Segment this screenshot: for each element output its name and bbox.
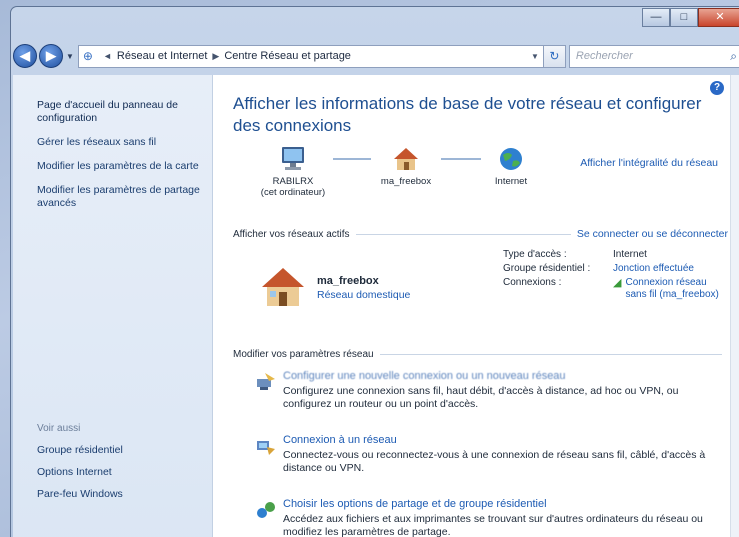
sharing-options-icon — [257, 502, 275, 518]
computer-icon — [282, 147, 304, 170]
see-also-internet-options[interactable]: Options Internet — [37, 466, 123, 478]
forward-arrow-icon[interactable]: ▶ — [39, 44, 63, 68]
sidebar-link-control-panel-home[interactable]: Page d'accueil du panneau de configurati… — [37, 99, 202, 125]
active-networks-title: Afficher vos réseaux actifs — [233, 228, 350, 240]
see-also-firewall[interactable]: Pare-feu Windows — [37, 488, 123, 500]
network-type-link[interactable]: Réseau domestique — [317, 289, 410, 301]
house-icon — [394, 148, 418, 170]
wireless-signal-icon: ◢ — [613, 277, 622, 289]
left-pane: Page d'accueil du panneau de configurati… — [13, 75, 213, 537]
sidebar-link-adapter-settings[interactable]: Modifier les paramètres de la carte — [37, 160, 202, 173]
home-network-icon[interactable] — [259, 265, 307, 309]
connect-network-link[interactable]: Connexion à un réseau — [283, 433, 728, 447]
address-dropdown-icon[interactable]: ▼ — [531, 52, 539, 61]
new-connection-icon — [257, 373, 275, 390]
connect-disconnect-link[interactable]: Se connecter ou se déconnecter — [577, 228, 728, 240]
vertical-scrollbar[interactable] — [730, 75, 739, 537]
network-map: RABILRX (cet ordinateur) ma_freebox Inte… — [233, 145, 728, 227]
see-also-homegroup[interactable]: Groupe résidentiel — [37, 444, 123, 456]
active-network: ma_freebox Réseau domestique Type d'accè… — [233, 241, 728, 339]
sidebar-link-sharing-settings[interactable]: Modifier les paramètres de partage avanc… — [37, 184, 202, 210]
divider — [355, 233, 571, 235]
node-internet-label: Internet — [494, 176, 528, 187]
main-pane: ? Afficher les informations de base de v… — [213, 75, 739, 537]
back-arrow-icon[interactable]: ◀ — [13, 44, 37, 68]
refresh-button[interactable]: ↻ — [543, 44, 566, 68]
homegroup-label: Groupe résidentiel : — [503, 263, 591, 274]
network-name: ma_freebox — [317, 275, 379, 287]
breadcrumb-item-centre-reseau[interactable]: Centre Réseau et partage — [224, 50, 351, 62]
minimize-button[interactable]: — — [642, 8, 670, 27]
title-bar: — □ ✕ — [11, 7, 739, 35]
node-computer-sublabel: (cet ordinateur) — [260, 187, 326, 198]
address-bar[interactable]: ⊕ ◄ Réseau et Internet ▶ Centre Réseau e… — [77, 44, 544, 68]
breadcrumb-item-reseau-internet[interactable]: Réseau et Internet — [117, 50, 208, 62]
homegroup-sharing-description: Accédez aux fichiers et aux imprimantes … — [283, 513, 703, 537]
change-settings-header: Modifier vos paramètres réseau — [233, 347, 728, 361]
see-also-section: Voir aussi Groupe résidentiel Options In… — [37, 423, 123, 510]
homegroup-link[interactable]: Jonction effectuée — [613, 263, 723, 275]
homegroup-sharing-link[interactable]: Choisir les options de partage et de gro… — [283, 497, 728, 511]
connection-line — [441, 158, 481, 160]
connections-label: Connexions : — [503, 277, 562, 288]
new-connection-description: Configurez une connexion sans fil, haut … — [283, 385, 679, 410]
content-area: Page d'accueil du panneau de configurati… — [13, 75, 739, 537]
sidebar-link-manage-wireless[interactable]: Gérer les réseaux sans fil — [37, 136, 202, 149]
network-location-icon: ⊕ — [82, 49, 93, 63]
caption-buttons: — □ ✕ — [642, 8, 739, 27]
change-settings-title: Modifier vos paramètres réseau — [233, 348, 374, 360]
breadcrumb-separator[interactable]: ▶ — [212, 51, 219, 62]
explorer-window: — □ ✕ ◀ ▶ ▼ ⊕ ◄ Réseau et Internet ▶ Cen… — [10, 6, 739, 537]
task-new-connection: Configurer une nouvelle connexion ou un … — [233, 369, 728, 425]
recent-pages-dropdown[interactable]: ▼ — [66, 52, 74, 61]
divider — [379, 353, 722, 355]
connect-network-description: Connectez-vous ou reconnectez-vous à une… — [283, 449, 706, 474]
search-placeholder: Rechercher — [575, 50, 633, 62]
node-freebox-label: ma_freebox — [380, 176, 432, 187]
breadcrumb-root-separator[interactable]: ◄ — [103, 51, 112, 61]
search-icon[interactable]: ⌕ — [730, 49, 737, 64]
wireless-connection-link[interactable]: Connexion réseau sans fil (ma_freebox) — [625, 277, 723, 301]
access-type-label: Type d'accès : — [503, 249, 567, 260]
task-connect-network: Connexion à un réseau Connectez-vous ou … — [233, 433, 728, 489]
node-computer-label: RABILRX — [272, 176, 314, 187]
connection-line — [333, 158, 371, 160]
close-button[interactable]: ✕ — [698, 8, 739, 27]
access-type-value: Internet — [613, 249, 647, 260]
active-networks-header: Afficher vos réseaux actifs Se connecter… — [233, 227, 728, 241]
globe-icon — [500, 148, 522, 170]
new-connection-link[interactable]: Configurer une nouvelle connexion ou un … — [283, 369, 728, 383]
node-internet[interactable]: Internet — [481, 145, 541, 187]
maximize-button[interactable]: □ — [670, 8, 698, 27]
connect-network-icon — [257, 441, 275, 455]
node-freebox[interactable]: ma_freebox — [371, 145, 441, 187]
node-computer[interactable]: RABILRX (cet ordinateur) — [253, 145, 333, 198]
help-icon[interactable]: ? — [710, 81, 724, 95]
navigation-bar: ◀ ▶ ▼ ⊕ ◄ Réseau et Internet ▶ Centre Ré… — [13, 41, 739, 71]
task-homegroup-sharing: Choisir les options de partage et de gro… — [233, 497, 728, 537]
network-properties: Type d'accès : Internet Groupe résidenti… — [503, 249, 723, 303]
see-also-header: Voir aussi — [37, 423, 81, 434]
page-title: Afficher les informations de base de vot… — [233, 94, 702, 135]
search-input[interactable]: Rechercher ⌕ — [568, 44, 739, 68]
